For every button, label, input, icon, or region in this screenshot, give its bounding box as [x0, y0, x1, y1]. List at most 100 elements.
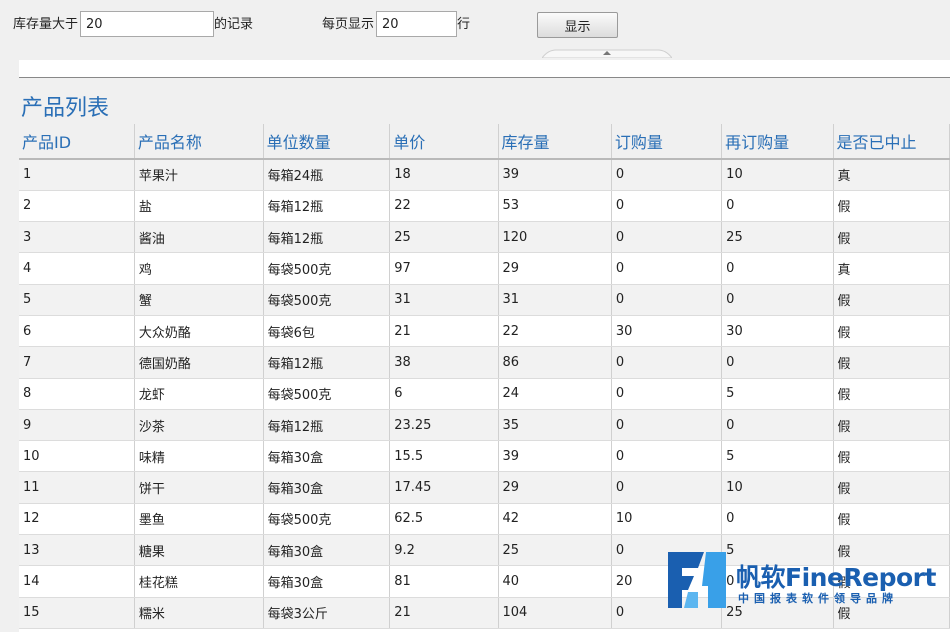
table-cell: 11	[19, 471, 135, 504]
table-cell: 鸡	[134, 252, 264, 285]
table-cell: 15.5	[389, 440, 499, 473]
table-cell: 假	[833, 409, 950, 442]
report-title: 产品列表	[21, 96, 110, 121]
table-cell: 0	[611, 252, 723, 285]
table-cell: 104	[498, 597, 612, 629]
table-cell: 86	[498, 346, 612, 379]
table-cell: 0	[611, 159, 723, 191]
table-cell: 39	[498, 440, 612, 473]
stock-filter-suffix: 的记录	[214, 17, 254, 32]
table-cell: 每袋3公斤	[263, 597, 391, 629]
table-cell: 每箱24瓶	[263, 159, 391, 191]
table-cell: 18	[389, 159, 499, 191]
table-cell: 3	[19, 221, 135, 254]
table-cell: 假	[833, 378, 950, 410]
show-button[interactable]: 显示	[537, 12, 618, 38]
table-cell: 30	[611, 315, 723, 348]
table-cell: 每袋500克	[263, 284, 391, 316]
column-header: 订购量	[611, 124, 723, 160]
column-header: 产品ID	[19, 124, 135, 160]
table-cell: 9	[19, 409, 135, 442]
column-header: 单价	[389, 124, 499, 160]
table-cell: 53	[498, 190, 612, 223]
table-cell: 6	[389, 378, 499, 410]
column-header: 再订购量	[721, 124, 834, 160]
table-cell: 39	[498, 159, 612, 191]
table-cell: 120	[498, 221, 612, 254]
table-cell: 每袋500克	[263, 378, 391, 410]
table-cell: 15	[19, 597, 135, 629]
table-cell: 每箱12瓶	[263, 190, 391, 223]
table-cell: 0	[611, 471, 723, 504]
table-cell: 沙茶	[134, 409, 264, 442]
table-cell: 真	[833, 159, 950, 191]
page-size-label: 每页显示	[322, 17, 375, 32]
parameter-bar: 库存量大于 的记录 每页显示 行 显示	[0, 0, 950, 48]
finereport-logo-icon	[668, 552, 726, 608]
table-cell: 25	[498, 534, 612, 567]
table-cell: 假	[833, 503, 950, 536]
table-row: 12 墨鱼 每袋500克 62.5 42 10 0 假	[19, 503, 950, 536]
table-cell: 14	[19, 565, 135, 598]
table-cell: 10	[721, 471, 834, 504]
table-cell: 2	[19, 190, 135, 223]
table-cell: 81	[389, 565, 499, 598]
stock-threshold-input[interactable]	[80, 11, 214, 37]
table-cell: 0	[611, 221, 723, 254]
table-row: 5 蟹每袋500克 31 31 0 0 假	[19, 284, 950, 316]
page-size-input[interactable]	[376, 11, 457, 37]
table-cell: 0	[721, 346, 834, 379]
table-cell: 0	[611, 190, 723, 223]
table-cell: 10	[721, 159, 834, 191]
table-cell: 24	[498, 378, 612, 410]
column-header: 产品名称	[134, 124, 264, 160]
table-row: 1 苹果汁 每箱24瓶 18 39 0 10 真	[19, 159, 950, 191]
table-cell: 糯米	[134, 597, 264, 629]
table-cell: 0	[611, 284, 723, 316]
table-row: 10 味精 每箱30盒 15.5 39 0 5 假	[19, 440, 950, 473]
table-row: 2 盐每箱12瓶 22 53 0 0 假	[19, 190, 950, 223]
table-cell: 40	[498, 565, 612, 598]
table-cell: 35	[498, 409, 612, 442]
table-cell: 7	[19, 346, 135, 379]
table-cell: 假	[833, 471, 950, 504]
table-cell: 德国奶酪	[134, 346, 264, 379]
table-cell: 味精	[134, 440, 264, 473]
table-cell: 桂花糕	[134, 565, 264, 598]
table-cell: 21	[389, 315, 499, 348]
table-cell: 13	[19, 534, 135, 567]
table-cell: 12	[19, 503, 135, 536]
table-cell: 每袋500克	[263, 503, 391, 536]
table-cell: 23.25	[389, 409, 499, 442]
table-cell: 10	[19, 440, 135, 473]
watermark-slogan: 中国报表软件领导品牌	[738, 592, 898, 605]
collapse-toggle[interactable]	[542, 48, 672, 58]
table-cell: 墨鱼	[134, 503, 264, 536]
table-cell: 每袋500克	[263, 252, 391, 285]
table-cell: 25	[389, 221, 499, 254]
table-cell: 62.5	[389, 503, 499, 536]
table-cell: 0	[721, 190, 834, 223]
page-size-suffix: 行	[457, 17, 471, 32]
table-cell: 每箱30盒	[263, 471, 391, 504]
table-cell: 0	[721, 284, 834, 316]
table-row: 4 鸡每袋500克 97 29 0 0 真	[19, 252, 950, 285]
table-cell: 5	[721, 378, 834, 410]
watermark-brand: 帆软FineReport	[736, 563, 936, 592]
table-row: 8 龙虾 每袋500克 6 24 0 5 假	[19, 378, 950, 410]
table-cell: 38	[389, 346, 499, 379]
table-header-row: 产品ID 产品名称 单位数量 单价 库存量 订购量 再订购量 是否已中止	[19, 124, 950, 160]
table-cell: 5	[721, 440, 834, 473]
table-cell: 盐	[134, 190, 264, 223]
column-header: 单位数量	[263, 124, 391, 160]
table-cell: 真	[833, 252, 950, 285]
stock-filter-label: 库存量大于	[13, 17, 79, 32]
table-cell: 每箱30盒	[263, 440, 391, 473]
table-cell: 每箱12瓶	[263, 346, 391, 379]
table-cell: 0	[611, 346, 723, 379]
table-cell: 8	[19, 378, 135, 410]
table-cell: 22	[498, 315, 612, 348]
table-cell: 0	[721, 503, 834, 536]
table-cell: 假	[833, 221, 950, 254]
table-cell: 29	[498, 252, 612, 285]
